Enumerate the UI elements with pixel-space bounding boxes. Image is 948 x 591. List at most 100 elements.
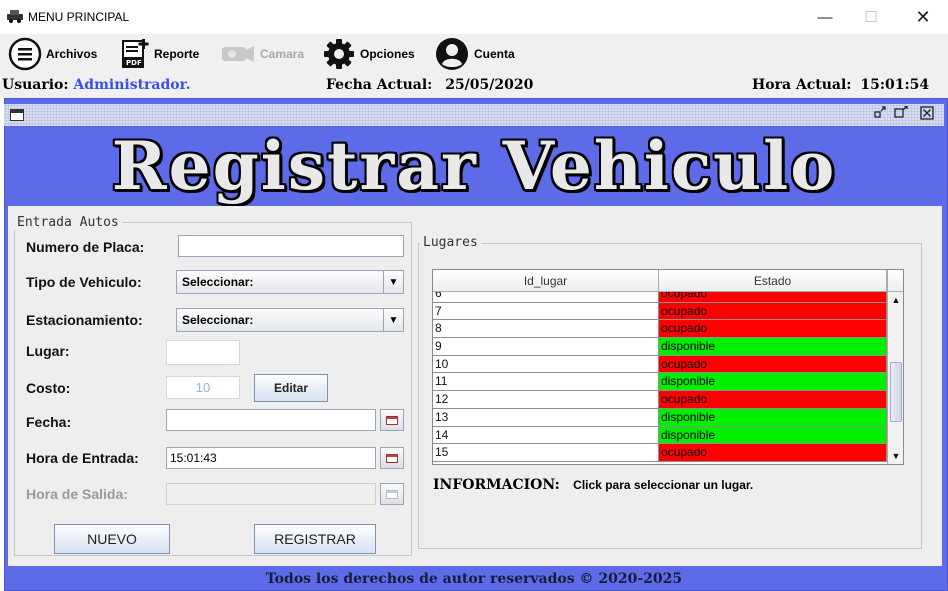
hora-salida-label: Hora de Salida:	[26, 486, 128, 502]
cell-id-lugar[interactable]: 14	[433, 426, 659, 445]
entrada-autos-title: Entrada Autos	[14, 215, 122, 230]
camara-label: Camara	[260, 47, 305, 61]
nuevo-button[interactable]: NUEVO	[54, 524, 170, 554]
cell-estado[interactable]: ocupado	[659, 292, 887, 303]
table-row[interactable]: 13 disponible	[433, 408, 887, 427]
archivos-menu-button[interactable]: Archivos	[8, 34, 97, 74]
table-row[interactable]: 6 ocupado	[433, 292, 887, 303]
menu-circle-icon	[8, 37, 42, 71]
user-label: Usuario:	[2, 77, 69, 93]
status-bar: Usuario: Administrador. Fecha Actual: 25…	[0, 74, 948, 98]
account-icon	[436, 38, 468, 70]
gear-icon	[324, 39, 354, 69]
hora-entrada-label: Hora de Entrada:	[26, 450, 139, 466]
costo-input[interactable]: 10	[166, 376, 240, 399]
cell-id-lugar[interactable]: 6	[433, 292, 659, 303]
cell-estado[interactable]: ocupado	[659, 391, 887, 409]
hora-entrada-calendar-button[interactable]	[380, 447, 404, 469]
user-status: Usuario: Administrador.	[2, 77, 191, 93]
page-title: Registrar Vehiculo	[111, 127, 837, 205]
table-scrollbar[interactable]: ▲ ▼	[887, 270, 903, 464]
fecha-calendar-button[interactable]	[380, 409, 404, 431]
cell-id-lugar[interactable]: 12	[433, 391, 659, 409]
frame-system-icon[interactable]	[10, 109, 24, 121]
estacionamiento-select[interactable]: Seleccionar: ▼	[176, 308, 404, 332]
table-body: 6 ocupado 7 ocupado 8 ocupado 9 disponible 10 ocu…	[433, 292, 887, 464]
close-button[interactable]: ✕	[900, 0, 946, 34]
internal-frame-title-bar[interactable]	[4, 104, 944, 126]
fecha-input[interactable]	[166, 409, 376, 431]
date-status: Fecha Actual: 25/05/2020	[326, 77, 533, 93]
placa-input[interactable]	[178, 235, 404, 257]
camara-button[interactable]: Camara	[220, 34, 304, 74]
table-row[interactable]: 10 ocupado	[433, 355, 887, 374]
info-label: INFORMACION:	[433, 477, 560, 493]
cell-estado[interactable]: ocupado	[659, 355, 887, 374]
editar-button[interactable]: Editar	[254, 374, 328, 402]
main-toolbar: Archivos PDF Reporte Camara Opciones Cue…	[0, 34, 948, 74]
table-row[interactable]: 12 ocupado	[433, 391, 887, 409]
table-row[interactable]: 14 disponible	[433, 426, 887, 445]
date-label: Fecha Actual:	[326, 77, 433, 93]
costo-label: Costo:	[26, 380, 71, 396]
cell-estado[interactable]: disponible	[659, 426, 887, 445]
cell-id-lugar[interactable]: 9	[433, 338, 659, 356]
scroll-up-icon[interactable]: ▲	[888, 292, 903, 308]
registrar-button[interactable]: REGISTRAR	[254, 524, 376, 554]
calendar-icon	[386, 489, 398, 499]
cell-estado[interactable]: disponible	[659, 338, 887, 356]
cell-id-lugar[interactable]: 15	[433, 444, 659, 462]
scroll-thumb[interactable]	[890, 362, 902, 422]
table-row[interactable]: 8 ocupado	[433, 320, 887, 339]
table-row[interactable]: 15 ocupado	[433, 444, 887, 462]
info-value: Click para seleccionar un lugar.	[573, 478, 754, 492]
minimize-button[interactable]: —	[802, 0, 848, 34]
time-value: 15:01:54	[860, 77, 930, 93]
time-status: Hora Actual: 15:01:54	[752, 77, 929, 93]
svg-text:PDF: PDF	[126, 59, 142, 67]
cell-estado[interactable]: ocupado	[659, 320, 887, 339]
column-header-estado[interactable]: Estado	[659, 270, 887, 292]
opciones-label: Opciones	[360, 47, 415, 61]
cell-estado[interactable]: ocupado	[659, 302, 887, 321]
estacionamiento-value: Seleccionar:	[182, 313, 254, 327]
cell-estado[interactable]: ocupado	[659, 444, 887, 462]
maximize-button[interactable]: ☐	[848, 0, 894, 34]
car-icon	[7, 10, 23, 23]
lugares-title: Lugares	[420, 235, 481, 250]
cell-estado[interactable]: disponible	[659, 408, 887, 427]
tipo-vehiculo-select[interactable]: Seleccionar: ▼	[176, 270, 404, 294]
window-title-bar: MENU PRINCIPAL — ☐ ✕	[0, 0, 948, 34]
tipo-vehiculo-value: Seleccionar:	[182, 275, 254, 289]
hora-salida-calendar-button	[380, 483, 404, 505]
opciones-button[interactable]: Opciones	[322, 34, 415, 74]
cell-estado[interactable]: disponible	[659, 373, 887, 392]
cell-id-lugar[interactable]: 7	[433, 302, 659, 321]
lugar-input[interactable]	[166, 340, 240, 365]
reporte-label: Reporte	[154, 47, 200, 61]
hora-entrada-input[interactable]: 15:01:43	[166, 447, 376, 469]
info-line: INFORMACION: Click para seleccionar un l…	[433, 477, 753, 493]
frame-maximize-icon[interactable]	[894, 106, 908, 118]
reporte-button[interactable]: PDF Reporte	[120, 34, 199, 74]
cell-id-lugar[interactable]: 8	[433, 320, 659, 339]
table-rows: 6 ocupado 7 ocupado 8 ocupado 9 disponible 10 ocu…	[433, 292, 887, 462]
table-row[interactable]: 9 disponible	[433, 338, 887, 356]
column-header-id-lugar[interactable]: Id_lugar	[433, 270, 659, 292]
cell-id-lugar[interactable]: 10	[433, 355, 659, 374]
table-row[interactable]: 7 ocupado	[433, 302, 887, 321]
camera-icon	[222, 46, 254, 62]
table-row[interactable]: 11 disponible	[433, 373, 887, 392]
lugar-label: Lugar:	[26, 343, 70, 359]
scroll-down-icon[interactable]: ▼	[888, 448, 903, 464]
frame-close-icon[interactable]	[920, 106, 934, 120]
chevron-down-icon: ▼	[383, 309, 403, 331]
tipo-vehiculo-label: Tipo de Vehiculo:	[26, 274, 142, 290]
hora-salida-input	[166, 483, 376, 505]
cuenta-label: Cuenta	[474, 47, 515, 61]
cell-id-lugar[interactable]: 13	[433, 408, 659, 427]
cell-id-lugar[interactable]: 11	[433, 373, 659, 392]
calendar-icon	[386, 453, 398, 463]
frame-minimize-icon[interactable]	[874, 106, 886, 118]
cuenta-button[interactable]: Cuenta	[434, 34, 515, 74]
